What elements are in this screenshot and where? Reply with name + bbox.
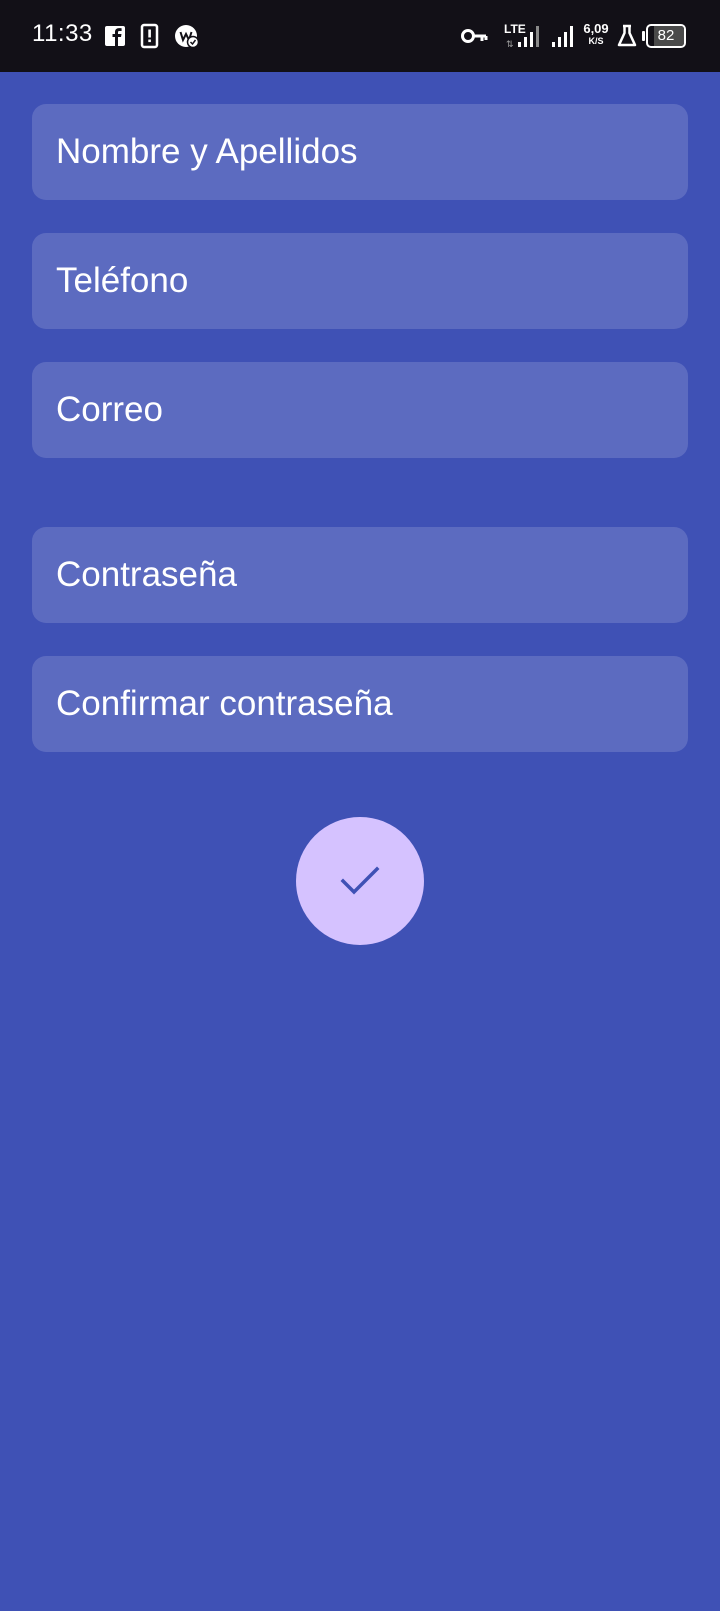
network-speed: 6,09 K/S bbox=[580, 22, 612, 50]
email-input[interactable] bbox=[32, 362, 688, 458]
app-badge-icon bbox=[175, 25, 200, 49]
password-input[interactable] bbox=[32, 527, 688, 623]
signal-icon bbox=[552, 26, 573, 47]
status-bar: 11:33 LTE ⇅ 6,09 K/S 82 bbox=[0, 0, 720, 72]
network-speed-unit: K/S bbox=[588, 36, 604, 46]
alert-icon bbox=[140, 23, 159, 49]
check-icon bbox=[340, 866, 380, 895]
phone-input[interactable] bbox=[32, 233, 688, 329]
battery-level: 82 bbox=[657, 27, 675, 44]
battery-icon: 82 bbox=[642, 24, 686, 48]
svg-text:⇅: ⇅ bbox=[506, 40, 514, 50]
submit-button[interactable] bbox=[296, 817, 424, 945]
name-field[interactable] bbox=[32, 104, 688, 200]
password-field[interactable] bbox=[32, 527, 688, 623]
lab-flask-icon bbox=[617, 24, 637, 47]
name-input[interactable] bbox=[32, 104, 688, 200]
vpn-key-icon bbox=[461, 29, 488, 43]
email-field[interactable] bbox=[32, 362, 688, 458]
registration-form bbox=[0, 72, 720, 1611]
confirm-password-input[interactable] bbox=[32, 656, 688, 752]
status-time: 11:33 bbox=[32, 20, 93, 47]
facebook-icon bbox=[105, 26, 125, 46]
network-speed-value: 6,09 bbox=[583, 21, 609, 36]
confirm-password-field[interactable] bbox=[32, 656, 688, 752]
phone-field[interactable] bbox=[32, 233, 688, 329]
lte-signal-icon: LTE ⇅ bbox=[504, 22, 544, 50]
